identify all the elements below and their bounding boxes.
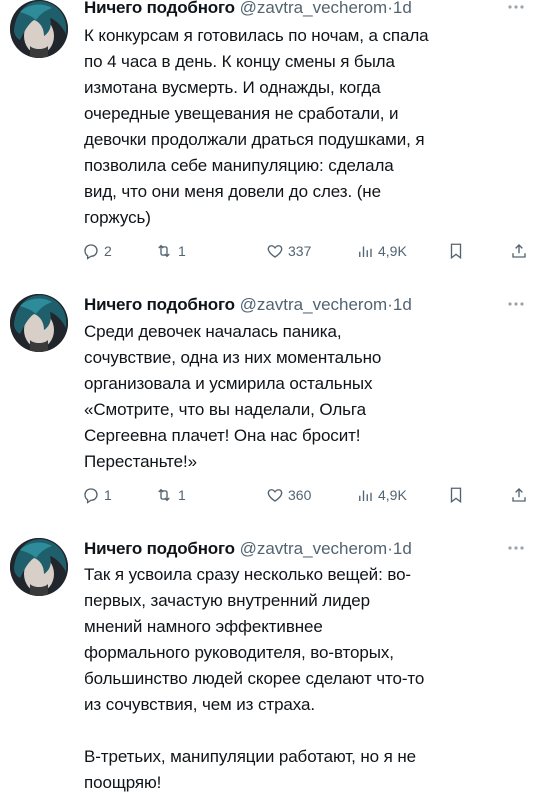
tweet-header: Ничего подобного @zavtra_vecherom·1d [84, 294, 412, 316]
tweet-timestamp[interactable]: 1d [393, 295, 412, 314]
tweet-timestamp[interactable]: 1d [393, 539, 412, 558]
share-icon [510, 486, 528, 504]
tweet-2[interactable]: Ничего подобного @zavtra_vecherom·1d Сре… [0, 294, 541, 509]
author-handle[interactable]: @zavtra_vecherom [240, 0, 388, 17]
tweet-3[interactable]: Ничего подобного @zavtra_vecherom·1d Так… [0, 538, 541, 800]
bookmark-icon [448, 486, 464, 504]
author-name[interactable]: Ничего подобного [84, 295, 235, 314]
retweet-icon [154, 486, 174, 504]
tweet-1[interactable]: Ничего подобного @zavtra_vecherom·1d К к… [0, 0, 541, 270]
more-icon[interactable] [505, 538, 527, 560]
tweet-actions: 2 1 337 4,9K [80, 240, 530, 262]
reply-icon [82, 486, 100, 504]
views-icon [356, 242, 374, 260]
like-icon [266, 486, 284, 504]
bookmark-icon [448, 242, 464, 260]
like-button[interactable]: 337 [266, 240, 311, 262]
views-count: 4,9K [378, 243, 407, 259]
reply-button[interactable]: 1 [82, 484, 112, 506]
tweet-text: Среди девочек началась паника, сочувстви… [84, 322, 382, 471]
like-count: 337 [288, 243, 312, 259]
author-handle[interactable]: @zavtra_vecherom [240, 295, 388, 314]
views-button[interactable]: 4,9K [356, 240, 407, 262]
author-name[interactable]: Ничего подобного [84, 539, 235, 558]
retweet-button[interactable]: 1 [154, 240, 186, 262]
retweet-count: 1 [178, 243, 186, 259]
reply-button[interactable]: 2 [82, 240, 112, 262]
avatar[interactable] [10, 294, 68, 352]
like-count: 360 [288, 487, 312, 503]
views-count: 4,9K [378, 487, 407, 503]
like-button[interactable]: 360 [266, 484, 311, 506]
bookmark-button[interactable] [448, 484, 464, 506]
avatar[interactable] [10, 0, 68, 58]
tweet-text: Так я усвоила сразу несколько вещей: во-… [84, 565, 425, 792]
views-icon [356, 486, 374, 504]
share-icon [510, 242, 528, 260]
reply-count: 2 [104, 243, 112, 259]
tweet-timestamp[interactable]: 1d [393, 0, 412, 17]
views-button[interactable]: 4,9K [356, 484, 407, 506]
more-icon[interactable] [505, 0, 527, 19]
retweet-button[interactable]: 1 [154, 484, 186, 506]
retweet-icon [154, 242, 174, 260]
avatar[interactable] [10, 538, 68, 596]
author-name[interactable]: Ничего подобного [84, 0, 235, 17]
tweet-header: Ничего подобного @zavtra_vecherom·1d [84, 538, 412, 560]
like-icon [266, 242, 284, 260]
author-handle[interactable]: @zavtra_vecherom [240, 539, 388, 558]
tweet-actions: 1 1 360 4,9K [80, 484, 530, 506]
reply-count: 1 [104, 487, 112, 503]
tweet-text: К конкурсам я готовилась по ночам, а спа… [84, 26, 429, 227]
share-button[interactable] [510, 240, 528, 262]
reply-icon [82, 242, 100, 260]
share-button[interactable] [510, 484, 528, 506]
bookmark-button[interactable] [448, 240, 464, 262]
more-icon[interactable] [505, 294, 527, 316]
tweet-header: Ничего подобного @zavtra_vecherom·1d [84, 0, 412, 19]
retweet-count: 1 [178, 487, 186, 503]
